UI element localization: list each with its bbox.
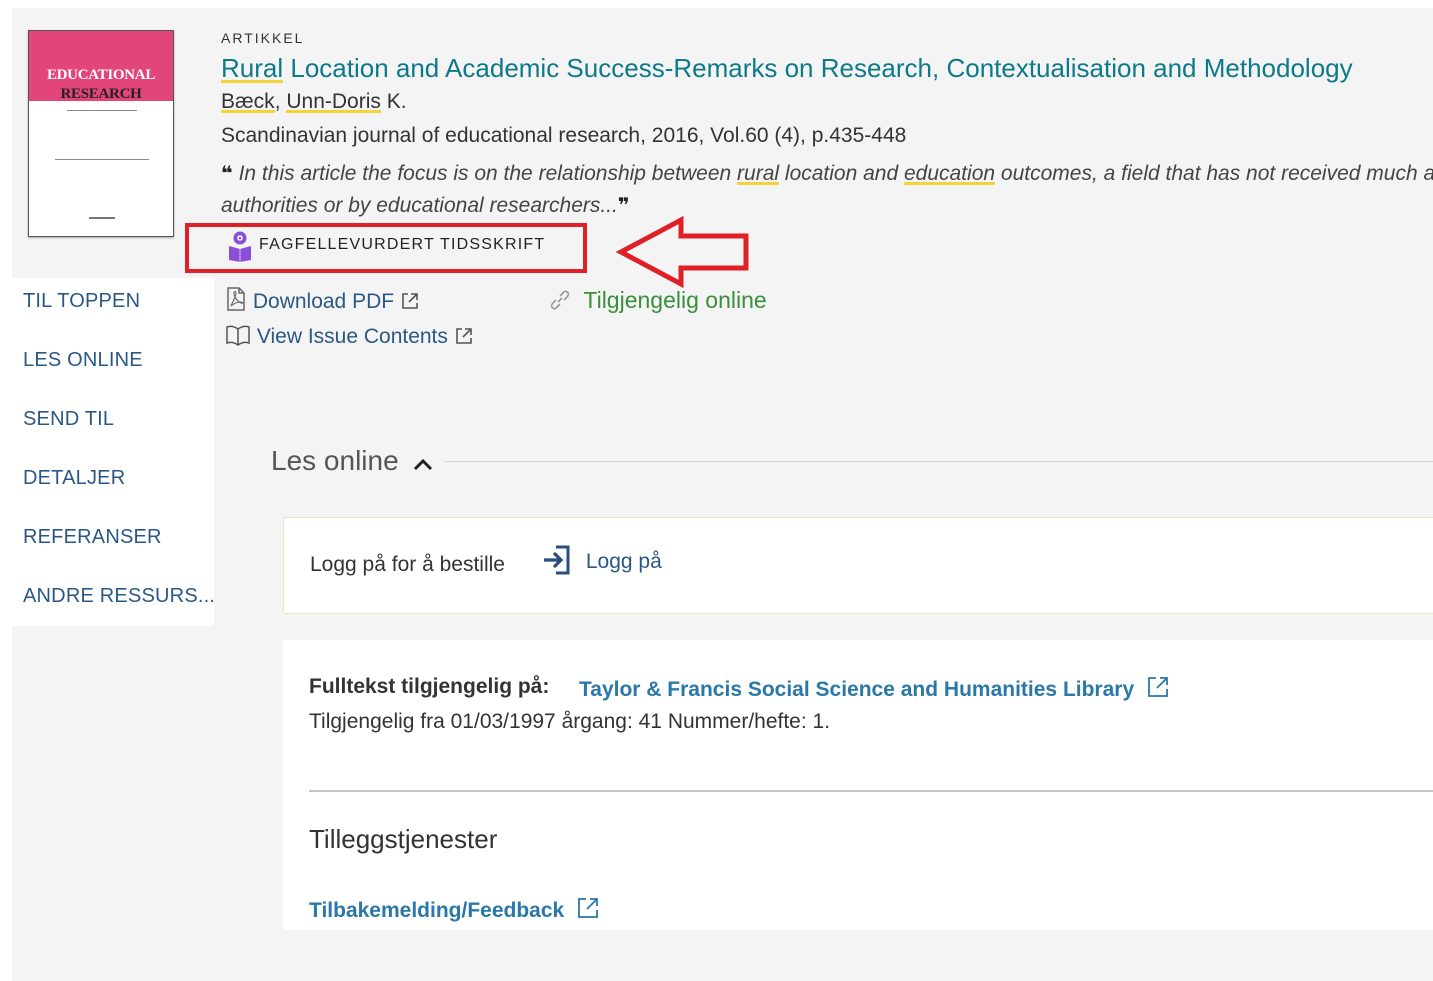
- nav-item-andre-ressurser[interactable]: ANDRE RESSURS...: [23, 585, 215, 608]
- title-text: Location and Academic Success-Remarks on…: [283, 53, 1353, 83]
- section-nav: TIL TOPPEN LES ONLINE SEND TIL DETALJER …: [12, 278, 215, 626]
- nav-item-referanser[interactable]: REFERANSER: [23, 526, 162, 549]
- author-first-name: Unn-Doris: [286, 90, 381, 113]
- journal-cover[interactable]: EDUCATIONAL RESEARCH: [28, 30, 174, 237]
- les-online-section-toggle[interactable]: Les online: [271, 445, 434, 477]
- section-divider: [444, 461, 1433, 462]
- feedback-link[interactable]: Tilbakemelding/Feedback: [309, 896, 600, 923]
- snippet-text: In this article the focus is on the rela…: [232, 162, 738, 185]
- cover-title-line1: EDUCATIONAL: [46, 67, 156, 83]
- pdf-icon: [227, 287, 245, 311]
- view-issue-label: View Issue Contents: [256, 325, 448, 348]
- record-title[interactable]: Rural Location and Academic Success-Rema…: [221, 53, 1353, 84]
- record-source: Scandinavian journal of educational rese…: [221, 124, 907, 147]
- snippet-line-1: ❝ In this article the focus is on the re…: [221, 158, 1433, 190]
- snippet-line-2: authorities or by educational researcher…: [221, 190, 1433, 222]
- quote-open-icon: ❝: [221, 163, 233, 185]
- cover-line: [67, 110, 137, 111]
- section-title: Les online: [271, 445, 399, 476]
- cover-line: [55, 159, 149, 160]
- external-link-icon: [402, 293, 418, 309]
- view-issue-contents-link[interactable]: View Issue Contents: [225, 324, 474, 349]
- page-background: EDUCATIONAL RESEARCH TIL TOPPEN LES ONLI…: [12, 8, 1433, 981]
- feedback-label: Tilbakemelding/Feedback: [309, 899, 565, 922]
- sign-in-icon: [544, 545, 570, 575]
- author-last-name: Bæck: [221, 90, 275, 113]
- login-button-label: Logg på: [585, 550, 662, 573]
- annotation-arrow-icon: [615, 215, 749, 289]
- snippet-highlight: education: [904, 162, 996, 185]
- snippet-text: authorities or by educational researcher…: [221, 194, 618, 217]
- author-separator: ,: [274, 90, 287, 113]
- cover-logo: [89, 211, 115, 219]
- login-button[interactable]: Logg på: [542, 544, 662, 576]
- snippet-text: location and: [779, 162, 904, 185]
- fulltext-panel: Fulltekst tilgjengelig på: Taylor & Fran…: [283, 640, 1433, 930]
- fulltext-provider-label: Taylor & Francis Social Science and Huma…: [579, 678, 1135, 701]
- book-reader-icon: [229, 231, 251, 262]
- additional-services-title: Tilleggstjenester: [309, 824, 498, 854]
- nav-item-send-til[interactable]: SEND TIL: [23, 408, 114, 431]
- fulltext-label: Fulltekst tilgjengelig på:: [309, 675, 550, 698]
- nav-item-les-online[interactable]: LES ONLINE: [23, 349, 143, 372]
- snippet-text: outcomes, a field that has not received …: [1000, 162, 1433, 185]
- nav-item-detaljer[interactable]: DETALJER: [23, 467, 125, 490]
- record-snippet: ❝ In this article the focus is on the re…: [221, 158, 1433, 222]
- title-highlight: Rural: [221, 53, 284, 83]
- login-panel: Logg på for å bestille Logg på: [283, 517, 1433, 614]
- link-icon: [550, 290, 570, 310]
- external-link-icon: [1148, 677, 1168, 697]
- login-prompt: Logg på for å bestille: [310, 553, 505, 576]
- record-author: Bæck, Unn-Doris K.: [221, 90, 407, 114]
- download-pdf-link[interactable]: Download PDF: [225, 287, 420, 314]
- nav-item-til-toppen[interactable]: TIL TOPPEN: [23, 290, 140, 313]
- availability-label: Tilgjengelig online: [583, 287, 767, 313]
- cover-title-line2: RESEARCH: [60, 86, 142, 102]
- open-book-icon: [226, 325, 250, 346]
- chevron-up-icon: [414, 458, 433, 471]
- download-pdf-label: Download PDF: [252, 290, 395, 313]
- resource-type-label: ARTIKKEL: [221, 30, 305, 46]
- snippet-highlight: rural: [737, 162, 780, 185]
- external-link-icon: [578, 898, 598, 918]
- fulltext-provider-link[interactable]: Taylor & Francis Social Science and Huma…: [579, 675, 1170, 702]
- availability-status[interactable]: Tilgjengelig online: [549, 287, 767, 314]
- fulltext-divider: [309, 790, 1433, 792]
- author-initial: K.: [380, 90, 407, 113]
- fulltext-coverage: Tilgjengelig fra 01/03/1997 årgang: 41 N…: [309, 710, 831, 733]
- peer-reviewed-badge: FAGFELLEVURDERT TIDSSKRIFT: [259, 236, 546, 253]
- external-link-icon: [455, 328, 472, 344]
